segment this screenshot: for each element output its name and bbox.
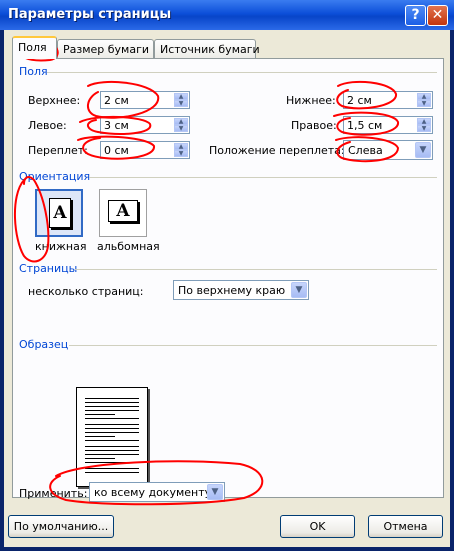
divider <box>47 72 437 73</box>
page-preview <box>76 387 148 487</box>
dialog-body: Поля Размер бумаги Источник бумаги Поля … <box>4 30 450 547</box>
window-title: Параметры страницы <box>8 7 172 22</box>
chevron-down-icon[interactable]: ▼ <box>415 142 431 158</box>
gutter-label: Переплет: <box>28 144 88 157</box>
right-margin-value: 1,5 см <box>347 119 383 132</box>
preview-text-line <box>85 424 139 425</box>
gutter-position-value: Слева <box>348 144 383 157</box>
left-margin-spinner[interactable]: 3 см ▲ ▼ <box>100 116 190 134</box>
spin-up-icon[interactable]: ▲ <box>417 118 431 125</box>
right-margin-label: Правое: <box>291 119 337 132</box>
preview-text-line <box>85 446 139 447</box>
gutter-position-label: Положение переплета: <box>209 144 345 157</box>
preview-text-line <box>85 418 139 419</box>
divider <box>89 177 437 178</box>
top-margin-value: 2 см <box>104 94 129 107</box>
set-default-button[interactable]: По умолчанию... <box>8 515 114 538</box>
gutter-position-select[interactable]: Слева ▼ <box>343 140 433 160</box>
preview-text-line <box>85 462 139 463</box>
spin-up-icon[interactable]: ▲ <box>417 93 431 100</box>
spin-down-icon[interactable]: ▼ <box>417 125 431 132</box>
bottom-margin-spinner[interactable]: 2 см ▲ ▼ <box>343 91 433 109</box>
preview-text-line <box>85 458 115 459</box>
top-margin-label: Верхнее: <box>28 94 81 107</box>
bottom-margin-label: Нижнее: <box>286 94 336 107</box>
spin-down-icon[interactable]: ▼ <box>174 100 188 107</box>
apply-label: Применить: <box>19 487 88 500</box>
divider <box>75 269 437 270</box>
portrait-label: книжная <box>35 240 87 253</box>
apply-to-select[interactable]: ко всему документу ▼ <box>89 482 225 502</box>
spin-up-icon[interactable]: ▲ <box>174 93 188 100</box>
preview-text-line <box>85 414 115 415</box>
tab-margins[interactable]: Поля <box>12 36 57 59</box>
bottom-margin-value: 2 см <box>347 94 372 107</box>
right-margin-spinner[interactable]: 1,5 см ▲ ▼ <box>343 116 433 134</box>
cancel-button[interactable]: Отмена <box>368 515 443 538</box>
gutter-spinner[interactable]: 0 см ▲ ▼ <box>100 141 190 159</box>
preview-text-line <box>85 398 139 399</box>
preview-text-line <box>85 436 115 437</box>
preview-text-line <box>85 410 139 411</box>
tab-paper-size[interactable]: Размер бумаги <box>57 39 154 59</box>
preview-text-line <box>85 432 139 433</box>
left-margin-label: Левое: <box>28 119 67 132</box>
multiple-pages-label: несколько страниц: <box>28 285 144 298</box>
spin-down-icon[interactable]: ▼ <box>174 125 188 132</box>
top-margin-spinner[interactable]: 2 см ▲ ▼ <box>100 91 190 109</box>
left-margin-value: 3 см <box>104 119 129 132</box>
preview-text-line <box>85 454 139 455</box>
divider <box>69 345 437 346</box>
spin-down-icon[interactable]: ▼ <box>174 150 188 157</box>
page-setup-dialog: Параметры страницы ? ✕ Поля Размер бумаг… <box>0 0 454 551</box>
preview-text-line <box>85 468 139 469</box>
landscape-button[interactable]: A <box>99 189 147 237</box>
preview-text-line <box>85 450 139 451</box>
gutter-value: 0 см <box>104 144 129 157</box>
multiple-pages-value: По верхнему краю <box>178 284 286 297</box>
preview-text-line <box>85 402 139 403</box>
close-button[interactable]: ✕ <box>427 5 448 26</box>
portrait-button[interactable]: A <box>35 189 83 237</box>
landscape-page-icon: A <box>108 200 138 222</box>
pages-group-title: Страницы <box>19 262 78 275</box>
help-button[interactable]: ? <box>405 5 426 26</box>
apply-to-value: ко всему документу <box>94 486 212 499</box>
spin-down-icon[interactable]: ▼ <box>417 100 431 107</box>
landscape-label: альбомная <box>97 240 160 253</box>
multiple-pages-select[interactable]: По верхнему краю ▼ <box>173 280 309 300</box>
spin-up-icon[interactable]: ▲ <box>174 118 188 125</box>
chevron-down-icon[interactable]: ▼ <box>291 282 307 298</box>
tab-paper-source[interactable]: Источник бумаги <box>154 39 260 59</box>
orientation-group-title: Ориентация <box>19 170 91 183</box>
preview-text-line <box>85 428 139 429</box>
margins-group-title: Поля <box>19 65 48 78</box>
portrait-page-icon: A <box>49 198 71 228</box>
margins-tab-panel: Поля Верхнее: 2 см ▲ ▼ Нижнее: 2 см ▲ ▼ Ле… <box>12 58 444 502</box>
spin-up-icon[interactable]: ▲ <box>174 143 188 150</box>
preview-text-line <box>85 440 139 441</box>
preview-group-title: Образец <box>19 338 69 351</box>
ok-button[interactable]: OK <box>280 515 355 538</box>
title-bar[interactable]: Параметры страницы ? ✕ <box>0 0 454 30</box>
preview-text-line <box>85 472 139 473</box>
preview-text-line <box>85 406 139 407</box>
chevron-down-icon[interactable]: ▼ <box>207 484 223 500</box>
